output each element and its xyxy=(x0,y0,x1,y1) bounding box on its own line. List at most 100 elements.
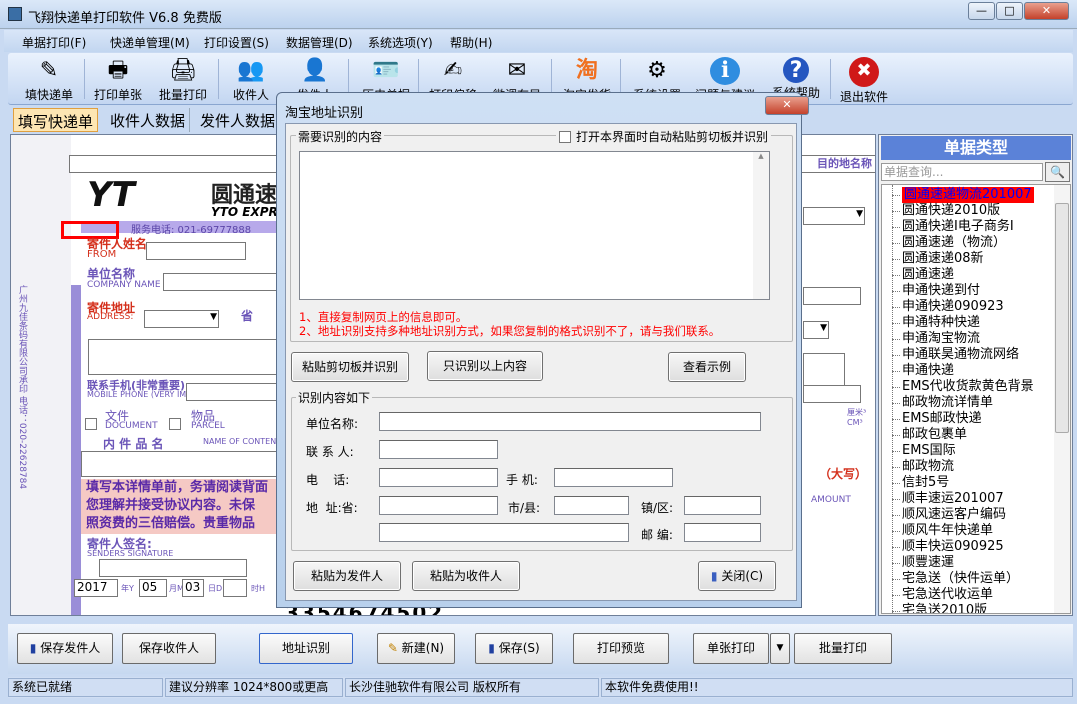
tab-sender-data[interactable]: 发件人数据 xyxy=(196,108,281,132)
close-button[interactable]: ✕ xyxy=(1024,2,1069,20)
save-sender-button[interactable]: ▮ 保存发件人 xyxy=(17,633,113,664)
waybill-type-item[interactable]: 顺丰快运090925 xyxy=(892,539,1004,555)
waybill-type-item[interactable]: EMS代收货款黄色背景 xyxy=(892,379,1034,395)
sender-address-input[interactable] xyxy=(88,339,283,375)
contact-input[interactable] xyxy=(379,440,498,459)
menu-help[interactable]: 帮助(H) xyxy=(450,34,492,51)
company-input[interactable] xyxy=(379,412,761,431)
zip-input[interactable] xyxy=(684,523,761,542)
contents-input[interactable] xyxy=(81,451,281,477)
street-address-input[interactable] xyxy=(379,523,629,542)
yto-logo: YT xyxy=(87,175,135,215)
address-recognize-button[interactable]: 地址识别 xyxy=(259,633,353,664)
waybill-type-item[interactable]: 顺风速运客户编码 xyxy=(891,507,1006,523)
sender-mobile-input[interactable] xyxy=(186,383,286,401)
search-icon: 🔍 xyxy=(1050,165,1065,179)
waybill-type-item[interactable]: 申通快递090923 xyxy=(892,299,1004,315)
minimize-button[interactable]: — xyxy=(968,2,995,20)
waybill-type-item[interactable]: 申通快递到付 xyxy=(891,283,980,299)
waybill-type-item[interactable]: 邮政物流 xyxy=(891,459,954,475)
waybill-type-item[interactable]: 顺丰速运201007 xyxy=(892,491,1004,507)
receivers-button[interactable]: 👥 收件人 xyxy=(226,53,276,105)
waybill-type-item[interactable]: 圆通速递08新 xyxy=(892,251,984,267)
waybill-type-item[interactable]: 圆通速递物流201007 xyxy=(892,187,1034,203)
batch-print-button[interactable]: 批量打印 xyxy=(794,633,892,664)
parcel-checkbox[interactable] xyxy=(169,418,181,430)
waybill-type-item[interactable]: 圆通速递 xyxy=(891,267,954,283)
waybill-type-item[interactable]: 顺风牛年快递单 xyxy=(891,523,993,539)
waybill-type-item[interactable]: 信封5号 xyxy=(891,475,949,491)
document-checkbox[interactable] xyxy=(85,418,97,430)
sender-company-input[interactable] xyxy=(163,273,283,291)
view-example-button[interactable]: 查看示例 xyxy=(668,352,746,382)
dest-select[interactable]: ▼ xyxy=(803,207,865,225)
waybill-type-item[interactable]: 申通特种快递 xyxy=(891,315,980,331)
menu-system-options[interactable]: 系统选项(Y) xyxy=(368,34,433,51)
paste-as-sender-button[interactable]: 粘贴为发件人 xyxy=(293,561,401,591)
city-input[interactable] xyxy=(554,496,629,515)
mobile-input[interactable] xyxy=(554,468,673,487)
province-input[interactable] xyxy=(379,496,498,515)
print-dropdown-button[interactable]: ▼ xyxy=(770,633,790,664)
side-band xyxy=(71,285,81,615)
paste-recognize-button[interactable]: 粘贴剪切板并识别 xyxy=(291,352,409,382)
exit-button[interactable]: ✖ 退出软件 xyxy=(834,53,894,105)
waybill-type-item[interactable]: EMS邮政快递 xyxy=(892,411,982,427)
menu-waybill-manage[interactable]: 快递单管理(M) xyxy=(110,34,190,51)
district-input[interactable] xyxy=(684,496,761,515)
content-textarea[interactable] xyxy=(299,151,770,300)
year-input[interactable]: 2017 xyxy=(74,579,118,597)
fill-waybill-button[interactable]: ✎ 填快递单 xyxy=(18,53,80,105)
tab-fill-waybill[interactable]: 填写快递单 xyxy=(13,108,99,132)
dialog-close-button[interactable]: ✕ xyxy=(765,96,809,115)
batch-print-button[interactable]: 🖨 批量打印 xyxy=(154,53,212,105)
waybill-type-item[interactable]: 宅急送2010版 xyxy=(891,603,987,613)
tab-receiver-data[interactable]: 收件人数据 xyxy=(106,108,191,132)
menu-data-manage[interactable]: 数据管理(D) xyxy=(286,34,353,51)
waybill-type-item[interactable]: 圆通速递（物流） xyxy=(891,235,1006,251)
receiver-province-select[interactable]: ▼ xyxy=(803,321,829,339)
hour-input[interactable] xyxy=(223,579,247,597)
waybill-type-item[interactable]: 圆通快递I电子商务I xyxy=(892,219,1014,235)
recognize-only-button[interactable]: 只识别以上内容 xyxy=(427,351,543,381)
print-single-button[interactable]: 单张打印 xyxy=(693,633,769,664)
phone-input[interactable] xyxy=(379,468,498,487)
scrollbar-thumb[interactable] xyxy=(1055,203,1069,433)
month-input[interactable]: 05 xyxy=(139,579,167,597)
waybill-type-item[interactable]: 申通联昊通物流网络 xyxy=(891,347,1019,363)
auto-recognize-checkbox[interactable] xyxy=(559,131,571,143)
waybill-type-item[interactable]: 申通淘宝物流 xyxy=(891,331,980,347)
textarea-scrollbar[interactable]: ▲ xyxy=(753,152,769,299)
auto-recognize-option[interactable]: 打开本界面时自动粘贴剪切板并识别 xyxy=(556,128,772,145)
dialog-close-text-button[interactable]: ▮ 关闭(C) xyxy=(698,561,776,591)
menu-print[interactable]: 单据打印(F) xyxy=(22,34,86,51)
city-label: 市/县: xyxy=(508,501,541,515)
receiver-address-input[interactable] xyxy=(803,353,845,387)
new-button[interactable]: ✎ 新建(N) xyxy=(377,633,455,664)
waybill-type-item[interactable]: 邮政包裹单 xyxy=(891,427,967,443)
receiver-mobile-input[interactable] xyxy=(803,385,861,403)
print-single-button[interactable]: 🖶 打印单张 xyxy=(90,53,146,105)
save-receiver-button[interactable]: 保存收件人 xyxy=(122,633,216,664)
waybill-type-item[interactable]: 顺豐速運 xyxy=(891,555,954,571)
waybill-type-item[interactable]: 宅急送代收运单 xyxy=(891,587,993,603)
waybill-type-item[interactable]: 宅急送（快件运单） xyxy=(891,571,1019,587)
paste-as-receiver-button[interactable]: 粘贴为收件人 xyxy=(412,561,520,591)
day-input[interactable]: 03 xyxy=(182,579,204,597)
signature-input[interactable] xyxy=(99,559,247,577)
waybill-type-item[interactable]: 邮政物流详情单 xyxy=(891,395,993,411)
sender-name-input[interactable] xyxy=(146,242,246,260)
search-button[interactable]: 🔍 xyxy=(1045,162,1070,182)
print-preview-button[interactable]: 打印预览 xyxy=(573,633,669,664)
scrollbar[interactable] xyxy=(1054,185,1070,613)
maximize-button[interactable]: □ xyxy=(996,2,1023,20)
waybill-search-input[interactable]: 单据查询... xyxy=(881,163,1043,181)
receiver-company-input[interactable] xyxy=(803,287,861,305)
menu-print-settings[interactable]: 打印设置(S) xyxy=(204,34,269,51)
waybill-type-item[interactable]: 圆通快递2010版 xyxy=(891,203,1000,219)
contents-label: 内 件 品 名 xyxy=(103,437,164,451)
save-button[interactable]: ▮ 保存(S) xyxy=(475,633,553,664)
province-select[interactable]: ▼ xyxy=(144,310,219,328)
waybill-type-item[interactable]: 申通快递 xyxy=(891,363,954,379)
waybill-type-item[interactable]: EMS国际 xyxy=(892,443,956,459)
